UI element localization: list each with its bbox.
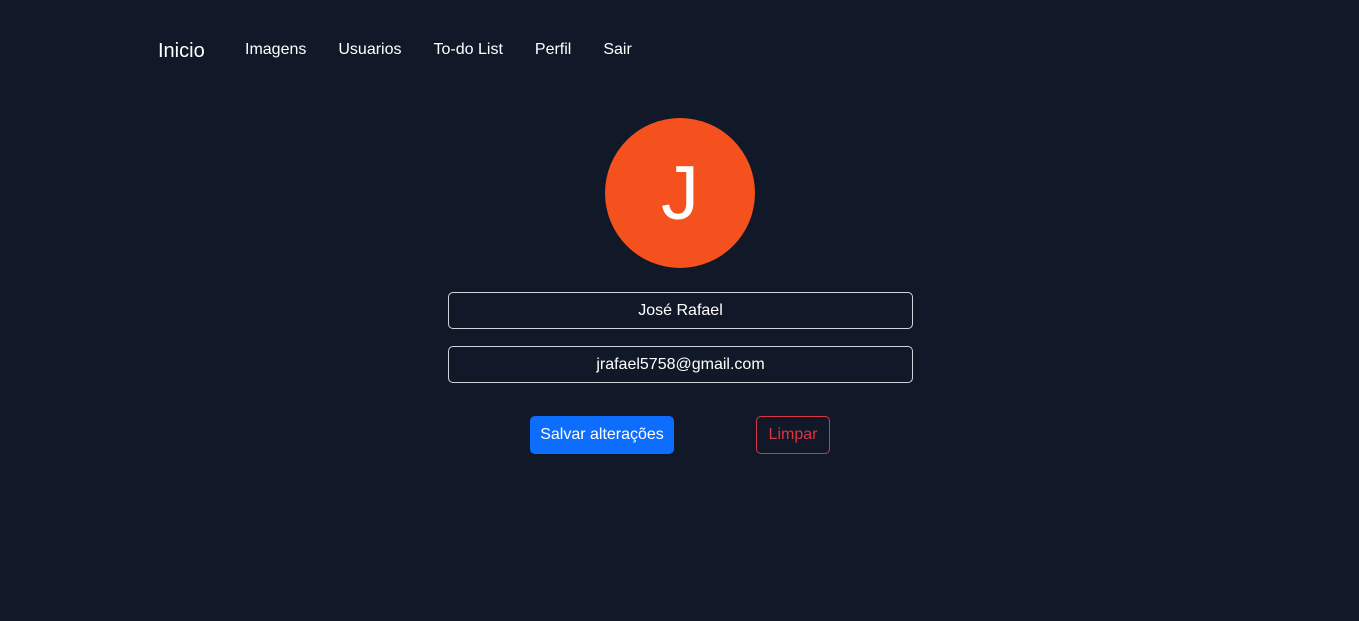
name-input[interactable] [448,292,913,329]
nav-brand-inicio[interactable]: Inicio [158,39,205,63]
avatar-initial: J [661,151,699,236]
nav-link-imagens[interactable]: Imagens [229,40,322,60]
nav-link-todo-list[interactable]: To-do List [418,40,519,60]
navbar: Inicio Imagens Usuarios To-do List Perfi… [0,0,1359,100]
email-input[interactable] [448,346,913,383]
nav-link-usuarios[interactable]: Usuarios [322,40,417,60]
nav-link-sair[interactable]: Sair [587,40,647,60]
clear-button[interactable]: Limpar [756,416,830,454]
nav-links: Imagens Usuarios To-do List Perfil Sair [229,40,648,60]
avatar: J [605,118,755,268]
save-changes-button[interactable]: Salvar alterações [530,416,674,454]
nav-link-perfil[interactable]: Perfil [519,40,587,60]
